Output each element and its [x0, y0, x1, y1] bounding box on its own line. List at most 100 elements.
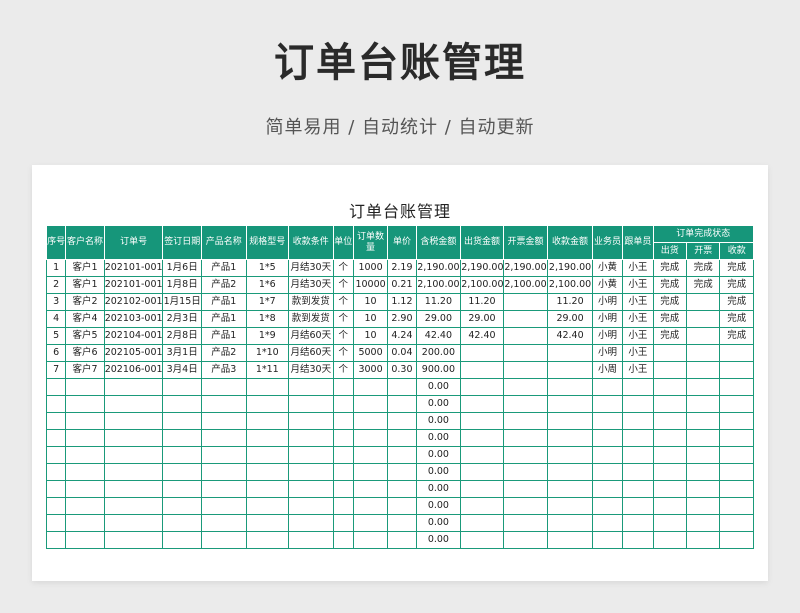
- table-cell[interactable]: 小王: [622, 259, 654, 277]
- table-cell[interactable]: [719, 514, 754, 532]
- table-cell[interactable]: 客户6: [65, 344, 105, 362]
- table-cell[interactable]: [387, 395, 417, 413]
- table-cell[interactable]: [103, 412, 164, 430]
- col-header[interactable]: 订单号: [103, 225, 164, 260]
- table-cell[interactable]: [162, 412, 202, 430]
- table-cell[interactable]: [622, 446, 654, 464]
- table-cell[interactable]: 个: [332, 276, 354, 294]
- table-cell[interactable]: [591, 497, 624, 515]
- table-cell[interactable]: 客户7: [65, 361, 105, 379]
- table-cell[interactable]: [502, 531, 549, 549]
- table-cell[interactable]: 0.21: [387, 276, 417, 294]
- table-cell[interactable]: 29.00: [547, 310, 593, 328]
- table-cell[interactable]: 0.00: [415, 395, 462, 413]
- table-cell[interactable]: [65, 412, 105, 430]
- table-cell[interactable]: [547, 497, 593, 515]
- col-header[interactable]: 订单数量: [352, 225, 389, 260]
- table-cell[interactable]: [591, 531, 624, 549]
- table-cell[interactable]: 0.00: [415, 531, 462, 549]
- table-cell[interactable]: [245, 446, 290, 464]
- table-cell[interactable]: [547, 514, 593, 532]
- table-cell[interactable]: 1*11: [245, 361, 290, 379]
- table-cell[interactable]: 小明: [591, 327, 624, 345]
- table-cell[interactable]: [200, 463, 247, 481]
- table-cell[interactable]: 1*5: [245, 259, 290, 277]
- table-cell[interactable]: [332, 480, 354, 498]
- table-cell[interactable]: [65, 497, 105, 515]
- table-cell[interactable]: 202104-001: [103, 327, 164, 345]
- table-cell[interactable]: [591, 480, 624, 498]
- table-cell[interactable]: 完成: [719, 293, 754, 311]
- table-cell[interactable]: [387, 412, 417, 430]
- table-cell[interactable]: [460, 514, 504, 532]
- table-cell[interactable]: 2,100.00: [415, 276, 462, 294]
- table-cell[interactable]: [332, 463, 354, 481]
- table-cell[interactable]: [622, 378, 654, 396]
- table-cell[interactable]: 2,190.00: [460, 259, 504, 277]
- table-cell[interactable]: 小王: [622, 276, 654, 294]
- table-cell[interactable]: [652, 446, 688, 464]
- table-cell[interactable]: [162, 531, 202, 549]
- table-cell[interactable]: [502, 395, 549, 413]
- table-cell[interactable]: 小明: [591, 310, 624, 328]
- status-group-header[interactable]: 订单完成状态: [652, 225, 755, 243]
- table-cell[interactable]: [502, 293, 549, 311]
- table-cell[interactable]: [245, 514, 290, 532]
- table-cell[interactable]: 2,190.00: [415, 259, 462, 277]
- table-cell[interactable]: [65, 531, 105, 549]
- table-cell[interactable]: 完成: [652, 259, 688, 277]
- table-cell[interactable]: [200, 497, 247, 515]
- table-cell[interactable]: [460, 531, 504, 549]
- table-cell[interactable]: [245, 412, 290, 430]
- table-cell[interactable]: 2: [45, 276, 67, 294]
- table-cell[interactable]: 个: [332, 293, 354, 311]
- table-cell[interactable]: 1000: [352, 259, 389, 277]
- table-cell[interactable]: [200, 378, 247, 396]
- table-cell[interactable]: 11.20: [415, 293, 462, 311]
- col-header[interactable]: 规格型号: [245, 225, 290, 260]
- table-cell[interactable]: [719, 480, 754, 498]
- col-header[interactable]: 签订日期: [162, 225, 202, 260]
- table-cell[interactable]: [45, 378, 67, 396]
- table-cell[interactable]: [719, 344, 754, 362]
- table-cell[interactable]: 42.40: [547, 327, 593, 345]
- table-cell[interactable]: [686, 429, 721, 447]
- table-cell[interactable]: [719, 497, 754, 515]
- col-header[interactable]: 客户名称: [65, 225, 105, 260]
- table-cell[interactable]: 月结30天: [288, 361, 334, 379]
- table-cell[interactable]: [622, 412, 654, 430]
- table-cell[interactable]: [686, 446, 721, 464]
- table-cell[interactable]: [65, 446, 105, 464]
- table-cell[interactable]: [719, 378, 754, 396]
- table-cell[interactable]: 小王: [622, 344, 654, 362]
- table-cell[interactable]: [460, 412, 504, 430]
- table-cell[interactable]: [45, 395, 67, 413]
- table-cell[interactable]: 完成: [652, 293, 688, 311]
- table-cell[interactable]: [547, 429, 593, 447]
- table-cell[interactable]: 0.30: [387, 361, 417, 379]
- table-cell[interactable]: 0.00: [415, 480, 462, 498]
- table-cell[interactable]: 1*9: [245, 327, 290, 345]
- col-header[interactable]: 收款条件: [288, 225, 334, 260]
- table-cell[interactable]: [502, 327, 549, 345]
- table-cell[interactable]: [200, 531, 247, 549]
- table-cell[interactable]: 1*10: [245, 344, 290, 362]
- table-cell[interactable]: [547, 378, 593, 396]
- table-cell[interactable]: [162, 497, 202, 515]
- table-cell[interactable]: [352, 463, 389, 481]
- table-cell[interactable]: [387, 480, 417, 498]
- table-cell[interactable]: [352, 497, 389, 515]
- table-cell[interactable]: [65, 480, 105, 498]
- table-cell[interactable]: [103, 429, 164, 447]
- table-cell[interactable]: [332, 429, 354, 447]
- table-cell[interactable]: [245, 395, 290, 413]
- col-header[interactable]: 单位: [332, 225, 354, 260]
- table-cell[interactable]: 完成: [686, 276, 721, 294]
- table-cell[interactable]: [288, 412, 334, 430]
- table-cell[interactable]: 10: [352, 293, 389, 311]
- table-cell[interactable]: [686, 480, 721, 498]
- table-cell[interactable]: [686, 310, 721, 328]
- table-cell[interactable]: [65, 514, 105, 532]
- table-cell[interactable]: 2月3日: [162, 310, 202, 328]
- table-cell[interactable]: [686, 395, 721, 413]
